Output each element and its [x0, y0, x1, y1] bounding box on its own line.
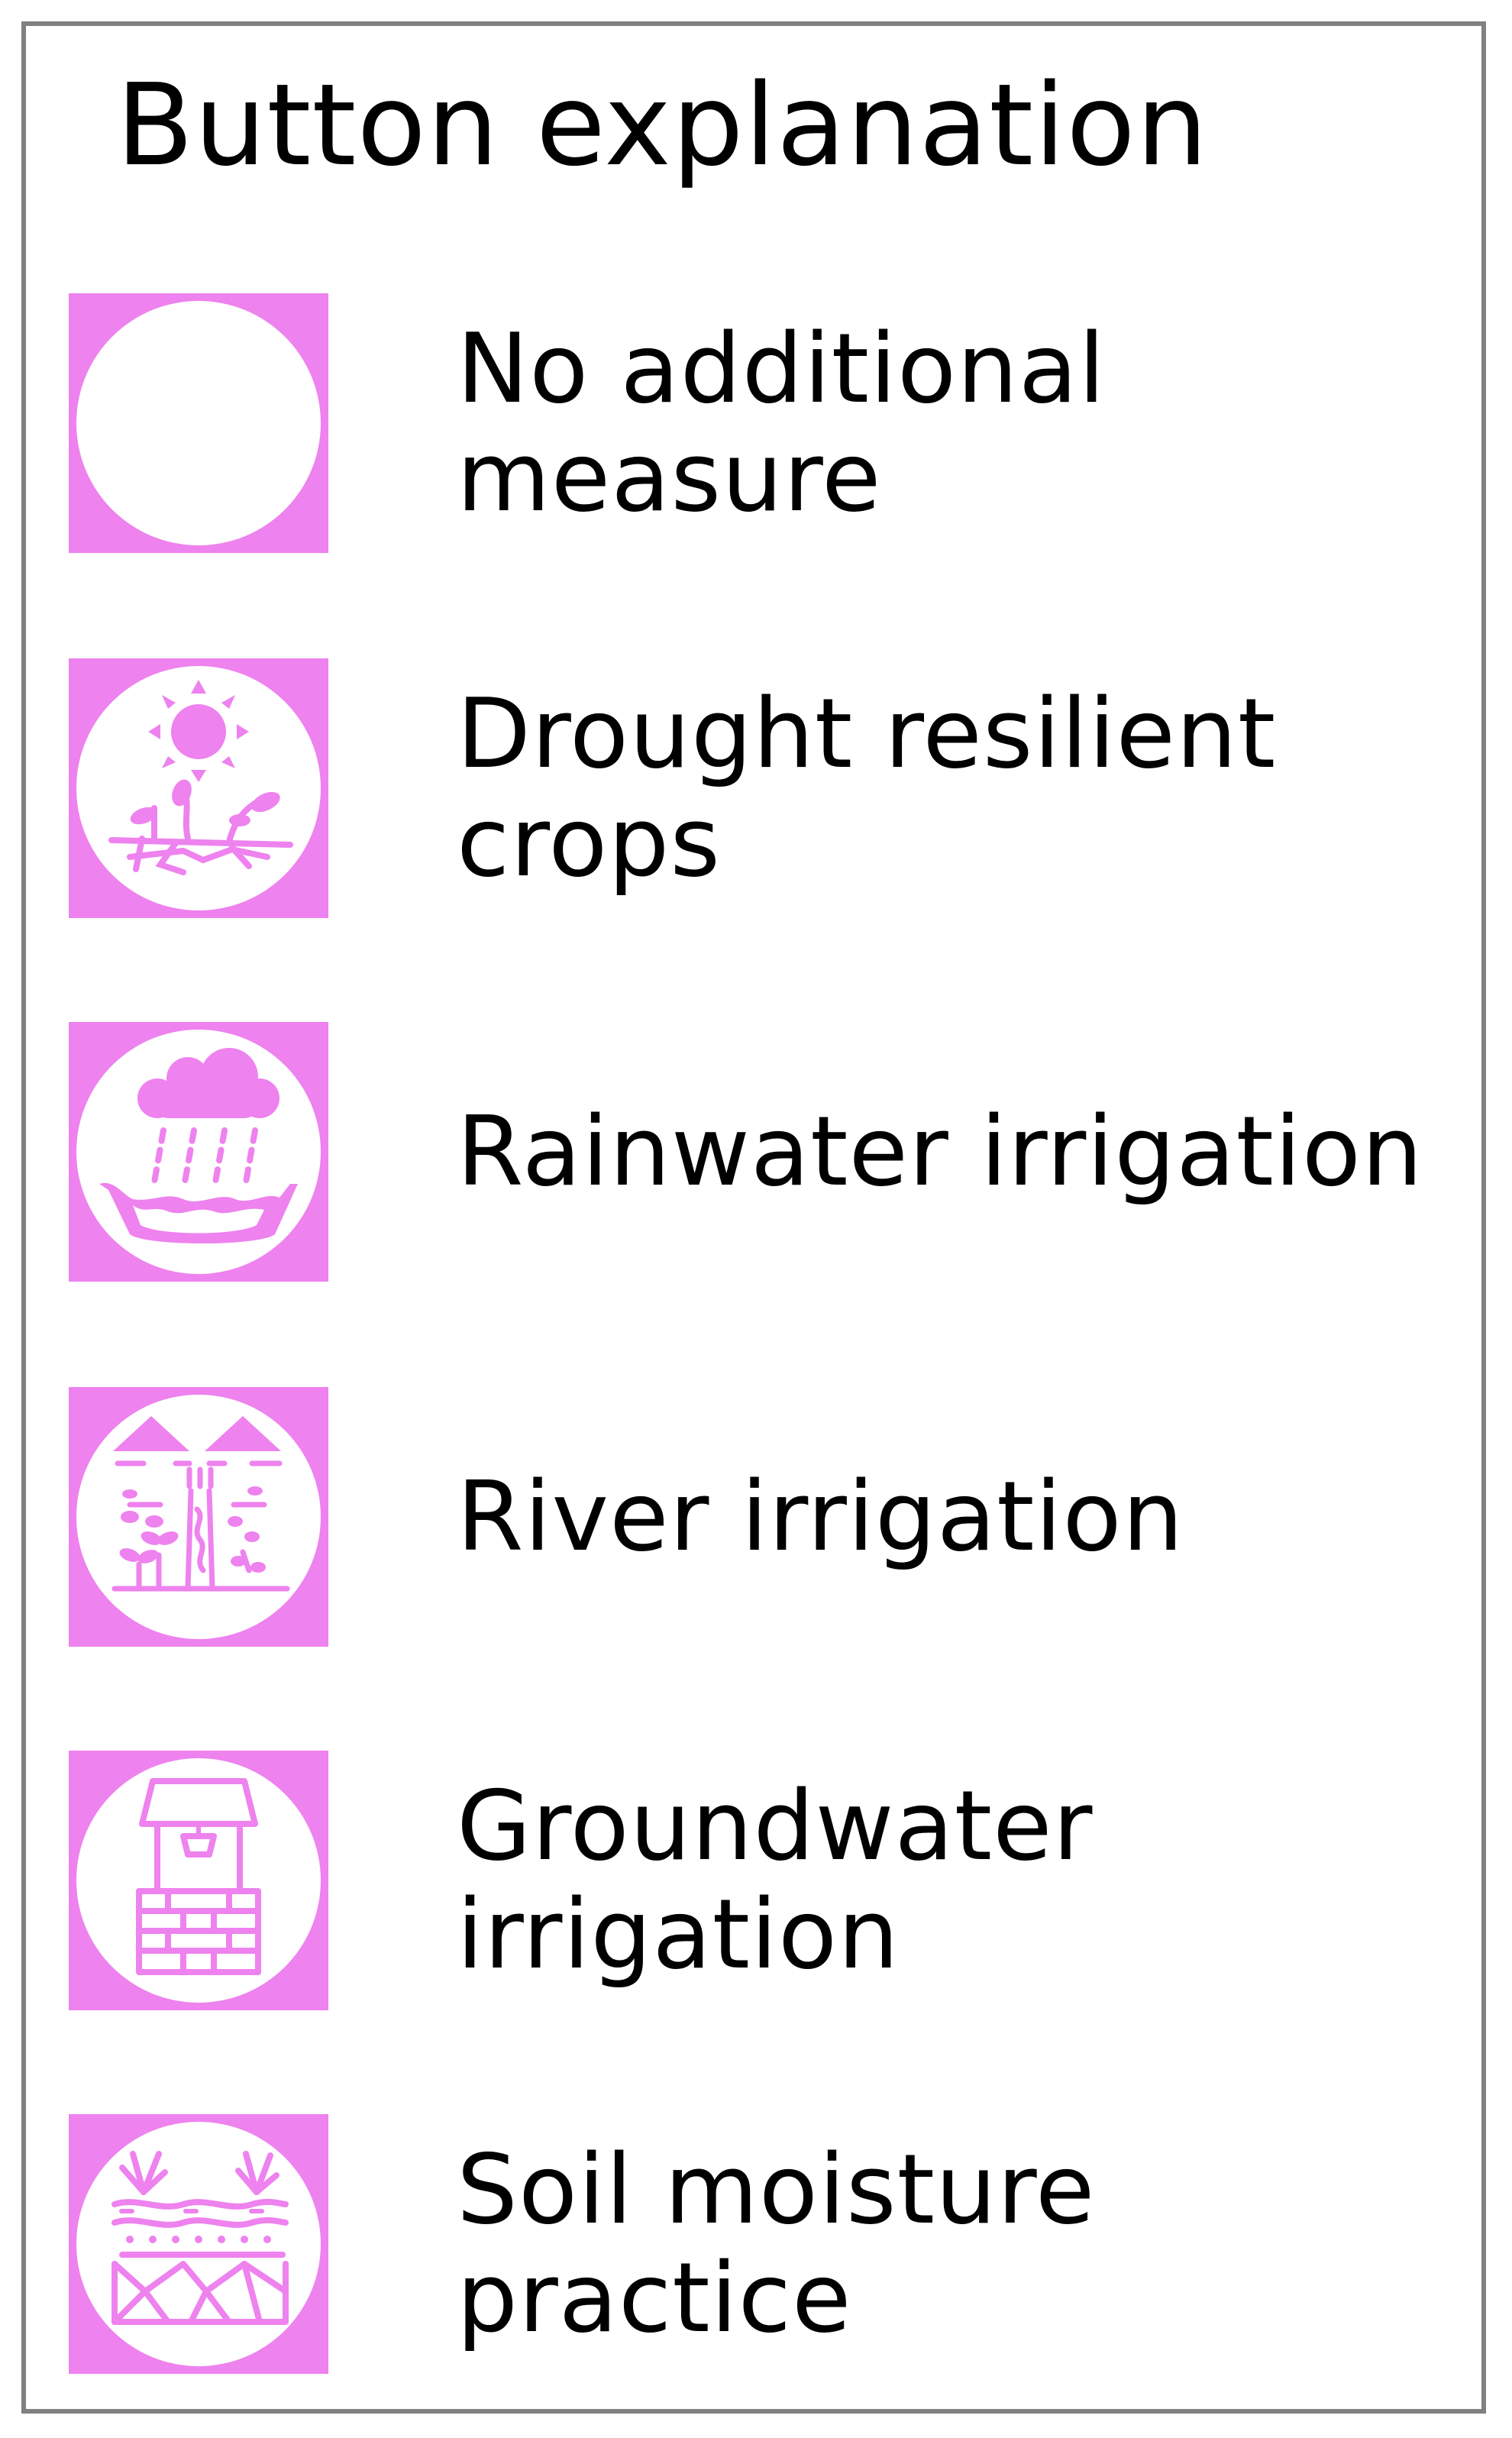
rain-cloud-basin-icon	[69, 1022, 328, 1282]
legend-item-label: River irrigation	[457, 1387, 1449, 1647]
legend-item-label-line: River irrigation	[457, 1460, 1184, 1573]
legend-item-label-line: Rainwater irrigation	[457, 1095, 1423, 1208]
legend-item-label: Soil moisture practice	[457, 2114, 1449, 2374]
river-fields-icon	[69, 1387, 328, 1647]
legend-item-label-line: Groundwater	[457, 1770, 1094, 1882]
legend-item-drought-resilient-crops[interactable]: Drought resilient crops	[69, 658, 1443, 918]
legend-item-label-line: Drought resilient	[457, 677, 1277, 790]
legend-item-rainwater-irrigation[interactable]: Rainwater irrigation	[69, 1022, 1443, 1282]
soil-layers-plants-icon	[69, 2114, 328, 2374]
empty-circle-icon	[69, 293, 328, 553]
legend-item-label: Drought resilient crops	[457, 658, 1449, 918]
legend-item-label: Rainwater irrigation	[457, 1022, 1449, 1282]
legend-item-label-line: measure	[457, 421, 882, 533]
legend-item-no-additional-measure[interactable]: No additional measure	[69, 293, 1443, 553]
legend-item-label-line: irrigation	[457, 1878, 900, 1990]
legend-item-groundwater-irrigation[interactable]: Groundwater irrigation	[69, 1751, 1443, 2010]
legend-item-label-line: Soil moisture	[457, 2133, 1096, 2246]
water-well-icon	[69, 1751, 328, 2010]
legend-item-label-line: crops	[457, 786, 722, 898]
legend-item-label-line: No additional	[457, 312, 1107, 425]
legend-item-label: No additional measure	[457, 293, 1449, 553]
legend-item-label-line: practice	[457, 2242, 852, 2354]
legend-title: Button explanation	[116, 60, 1209, 191]
legend-item-label: Groundwater irrigation	[457, 1751, 1449, 2010]
legend-item-river-irrigation[interactable]: River irrigation	[69, 1387, 1443, 1647]
sun-dry-crops-icon	[69, 658, 328, 918]
legend-item-soil-moisture-practice[interactable]: Soil moisture practice	[69, 2114, 1443, 2374]
